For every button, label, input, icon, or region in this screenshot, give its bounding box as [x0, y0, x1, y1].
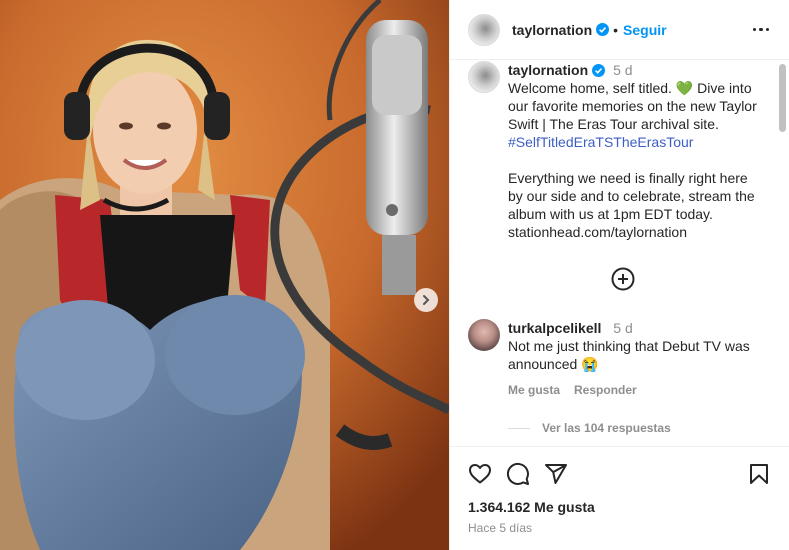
caption-time[interactable]: 5 d [613, 61, 632, 79]
post-date[interactable]: Hace 5 días [468, 521, 771, 535]
load-more-comments-icon[interactable] [611, 267, 635, 291]
comment-reply-button[interactable]: Responder [574, 381, 637, 399]
comment-item: turkalpcelikell 5 d Not me just thinking… [468, 319, 777, 399]
comment-icon[interactable] [506, 462, 530, 486]
comment-actions: Me gusta Responder [508, 381, 758, 399]
replies-divider [508, 427, 530, 429]
author-username[interactable]: taylornation [512, 22, 592, 38]
caption-text-part2: Everything we need is finally right here… [508, 170, 755, 240]
author-avatar[interactable] [468, 13, 500, 46]
post-photo [0, 0, 449, 550]
post-footer: 1.364.162 Me gusta Hace 5 días [450, 446, 789, 550]
caption-meta: taylornation 5 d [508, 61, 758, 79]
caption-avatar[interactable] [468, 61, 500, 93]
caption-text-part1: Welcome home, self titled. 💚 Dive into o… [508, 80, 757, 132]
follow-button[interactable]: Seguir [623, 22, 667, 38]
action-bar [468, 459, 771, 489]
post-side-panel: taylornation • Seguir taylornation 5 d W… [449, 0, 789, 550]
comment-text: Not me just thinking that Debut TV was a… [508, 338, 750, 372]
separator-dot: • [613, 21, 619, 38]
comments-section: taylornation 5 d Welcome home, self titl… [450, 61, 777, 446]
comment-body: turkalpcelikell 5 d Not me just thinking… [508, 319, 758, 399]
hashtag-link[interactable]: #SelfTitledEraTSTheErasTour [508, 134, 693, 150]
next-photo-button[interactable] [414, 288, 438, 312]
likes-count[interactable]: 1.364.162 Me gusta [468, 499, 771, 515]
share-icon[interactable] [544, 462, 568, 486]
load-more-wrap [468, 267, 777, 291]
comments-scrollbar[interactable] [779, 64, 786, 132]
view-replies-label: Ver las 104 respuestas [542, 421, 671, 435]
heart-icon[interactable] [468, 462, 492, 486]
post-caption: taylornation 5 d Welcome home, self titl… [468, 61, 777, 241]
post-header: taylornation • Seguir [450, 0, 789, 60]
caption-username[interactable]: taylornation [508, 61, 588, 79]
verified-badge-icon [592, 63, 606, 77]
commenter-username[interactable]: turkalpcelikell [508, 320, 601, 336]
chevron-right-icon [423, 295, 430, 305]
caption-text: Welcome home, self titled. 💚 Dive into o… [508, 79, 758, 151]
commenter-avatar[interactable] [468, 319, 500, 351]
comment-time[interactable]: 5 d [613, 320, 632, 336]
view-replies-button[interactable]: Ver las 104 respuestas [508, 421, 777, 435]
more-options-icon[interactable] [749, 24, 774, 36]
bookmark-icon[interactable] [747, 462, 771, 486]
verified-badge-icon [596, 23, 610, 36]
comment-like-button[interactable]: Me gusta [508, 381, 560, 399]
photo-illustration [0, 0, 449, 550]
caption-body: taylornation 5 d Welcome home, self titl… [508, 61, 758, 241]
